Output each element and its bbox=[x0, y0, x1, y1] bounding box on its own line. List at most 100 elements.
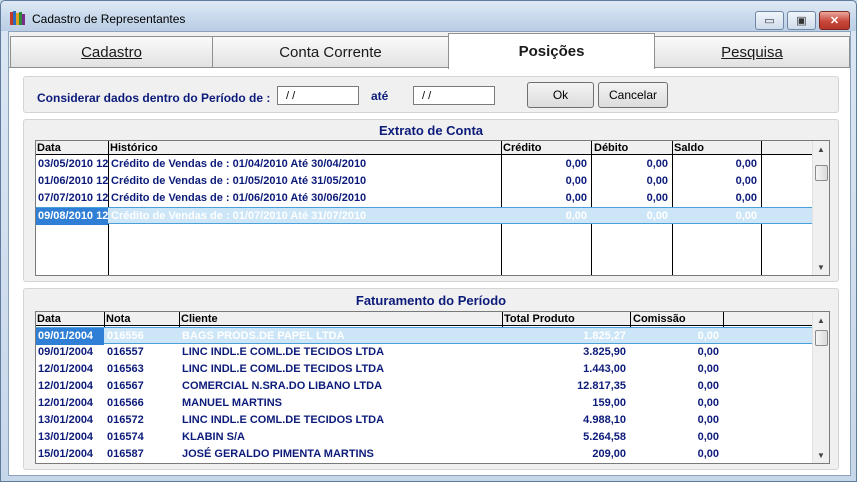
cell-data: 12/01/2004 bbox=[38, 363, 94, 375]
extrato-grid-header: Data Histórico Crédito Débito Saldo bbox=[36, 141, 829, 155]
cell-comissao: 0,00 bbox=[697, 448, 719, 460]
col-data[interactable]: Data bbox=[36, 141, 61, 155]
cell-comissao: 0,00 bbox=[697, 363, 719, 375]
faturamento-grid[interactable]: Data Nota Cliente Total Produto Comissão… bbox=[35, 311, 830, 464]
tab-conta-corrente[interactable]: Conta Corrente bbox=[212, 36, 449, 67]
close-button[interactable]: ✕ bbox=[819, 11, 850, 30]
minimize-button[interactable]: ▭ bbox=[755, 11, 784, 30]
cancel-button[interactable]: Cancelar bbox=[598, 82, 668, 108]
cell-cliente: COMERCIAL N.SRA.DO LIBANO LTDA bbox=[182, 380, 383, 392]
scroll-down-icon[interactable]: ▼ bbox=[813, 259, 829, 275]
table-row[interactable]: 12/01/2004 016567 COMERCIAL N.SRA.DO LIBAN… bbox=[36, 378, 813, 395]
cell-data: 13/01/2004 bbox=[38, 431, 94, 443]
column-separator bbox=[502, 312, 503, 327]
table-row[interactable]: 09/01/2004 016557 LINC INDL.E COML.DE TECI… bbox=[36, 344, 813, 361]
cell-data: 09/01/2004 bbox=[38, 346, 94, 358]
maximize-button[interactable]: ▣ bbox=[787, 11, 816, 30]
tab-pesquisa[interactable]: Pesquisa bbox=[654, 36, 850, 67]
cell-nota: 016587 bbox=[107, 448, 144, 460]
cell-debito: 0,00 bbox=[646, 175, 668, 187]
title-bar[interactable]: Cadastro de Representantes ▭ ▣ ✕ bbox=[1, 1, 856, 31]
faturamento-group: Faturamento do Período Data Nota Cliente… bbox=[23, 288, 839, 470]
column-separator bbox=[723, 312, 724, 327]
cell-nota: 016556 bbox=[107, 330, 144, 342]
extrato-scrollbar[interactable]: ▲ ▼ bbox=[812, 141, 829, 275]
tab-label: Cadastro bbox=[81, 43, 142, 61]
start-date-input[interactable] bbox=[277, 86, 359, 105]
cell-saldo: 0,00 bbox=[735, 210, 757, 222]
cell-debito: 0,00 bbox=[646, 210, 668, 222]
cell-data: 12/01/2004 bbox=[38, 380, 94, 392]
column-separator bbox=[179, 312, 180, 327]
cell-nota: 016572 bbox=[107, 414, 144, 426]
table-row-selected[interactable]: 09/01/2004 016556 BAGS PRODS.DE PAPEL LTDA… bbox=[36, 327, 813, 345]
cell-total-produto: 1.443,00 bbox=[583, 363, 626, 375]
col-cliente[interactable]: Cliente bbox=[180, 312, 218, 326]
col-total-produto[interactable]: Total Produto bbox=[503, 312, 575, 326]
cell-credito: 0,00 bbox=[565, 175, 587, 187]
cell-data: 09/08/2010 12 bbox=[36, 208, 108, 225]
cell-historico: Crédito de Vendas de : 01/06/2010 Até 30… bbox=[111, 192, 367, 204]
window: Cadastro de Representantes ▭ ▣ ✕ Cadastr… bbox=[0, 0, 857, 482]
cell-saldo: 0,00 bbox=[735, 175, 757, 187]
extrato-grid[interactable]: Data Histórico Crédito Débito Saldo 03/0… bbox=[35, 140, 830, 276]
tab-control: Cadastro Conta Corrente Posições Pesquis… bbox=[8, 31, 851, 476]
cell-comissao: 0,00 bbox=[697, 330, 719, 342]
cell-cliente: LINC INDL.E COML.DE TECIDOS LTDA bbox=[182, 414, 385, 426]
cell-historico: Crédito de Vendas de : 01/07/2010 Até 31… bbox=[111, 210, 367, 222]
col-saldo[interactable]: Saldo bbox=[673, 141, 704, 155]
tab-cadastro[interactable]: Cadastro bbox=[10, 36, 213, 67]
cell-debito: 0,00 bbox=[646, 158, 668, 170]
cell-data: 13/01/2004 bbox=[38, 414, 94, 426]
end-date-input[interactable] bbox=[413, 86, 495, 105]
cell-nota: 016566 bbox=[107, 397, 144, 409]
table-row[interactable]: 13/01/2004 016572 LINC INDL.E COML.DE TECI… bbox=[36, 412, 813, 429]
col-debito[interactable]: Débito bbox=[593, 141, 628, 155]
scroll-up-icon[interactable]: ▲ bbox=[813, 141, 829, 157]
scroll-thumb[interactable] bbox=[815, 165, 828, 181]
faturamento-grid-header: Data Nota Cliente Total Produto Comissão bbox=[36, 312, 829, 326]
close-icon: ✕ bbox=[829, 15, 840, 27]
column-separator bbox=[630, 312, 631, 327]
extrato-title: Extrato de Conta bbox=[378, 123, 483, 138]
table-row[interactable]: 15/01/2004 016587 JOSÉ GERALDO PIMENTA MAR… bbox=[36, 446, 813, 463]
cell-comissao: 0,00 bbox=[697, 414, 719, 426]
cell-comissao: 0,00 bbox=[697, 431, 719, 443]
maximize-icon: ▣ bbox=[796, 15, 807, 27]
cell-credito: 0,00 bbox=[565, 192, 587, 204]
minimize-icon: ▭ bbox=[764, 15, 775, 27]
table-row[interactable]: 03/05/2010 12: Crédito de Vendas de : 01… bbox=[36, 156, 813, 173]
cell-credito: 0,00 bbox=[565, 210, 587, 222]
column-separator bbox=[104, 312, 105, 327]
col-comissao[interactable]: Comissão bbox=[632, 312, 686, 326]
col-data[interactable]: Data bbox=[36, 312, 61, 326]
scroll-down-icon[interactable]: ▼ bbox=[813, 447, 829, 463]
table-row[interactable]: 12/01/2004 016563 LINC INDL.E COML.DE TECI… bbox=[36, 361, 813, 378]
cell-cliente: LINC INDL.E COML.DE TECIDOS LTDA bbox=[182, 346, 385, 358]
tab-posicoes[interactable]: Posições bbox=[448, 33, 655, 69]
table-row[interactable]: 13/01/2004 016574 KLABIN S/A 5.264,58 0,00 bbox=[36, 429, 813, 446]
ok-button[interactable]: Ok bbox=[527, 82, 594, 108]
table-row[interactable]: 01/06/2010 12: Crédito de Vendas de : 01… bbox=[36, 173, 813, 190]
cell-data: 09/01/2004 bbox=[36, 328, 104, 345]
cell-total-produto: 159,00 bbox=[592, 397, 626, 409]
col-historico[interactable]: Histórico bbox=[109, 141, 158, 155]
cell-historico: Crédito de Vendas de : 01/04/2010 Até 30… bbox=[111, 158, 367, 170]
cell-debito: 0,00 bbox=[646, 192, 668, 204]
period-filter-group: Considerar dados dentro do Período de : … bbox=[23, 76, 839, 113]
cell-cliente: KLABIN S/A bbox=[182, 431, 245, 443]
cell-cliente: LINC INDL.E COML.DE TECIDOS LTDA bbox=[182, 363, 385, 375]
col-nota[interactable]: Nota bbox=[105, 312, 130, 326]
faturamento-scrollbar[interactable]: ▲ ▼ bbox=[812, 312, 829, 463]
scroll-thumb[interactable] bbox=[815, 330, 828, 346]
table-row[interactable]: 07/07/2010 12: Crédito de Vendas de : 01… bbox=[36, 190, 813, 207]
cell-total-produto: 5.264,58 bbox=[583, 431, 626, 443]
tab-label: Posições bbox=[518, 43, 585, 60]
until-label: até bbox=[371, 89, 389, 103]
table-row-selected[interactable]: 09/08/2010 12 Crédito de Vendas de : 01/… bbox=[36, 207, 813, 225]
table-row[interactable]: 12/01/2004 016566 MANUEL MARTINS 159,00 0,00 bbox=[36, 395, 813, 412]
col-credito[interactable]: Crédito bbox=[502, 141, 542, 155]
scroll-up-icon[interactable]: ▲ bbox=[813, 312, 829, 328]
cell-total-produto: 4.988,10 bbox=[583, 414, 626, 426]
posicoes-panel: Considerar dados dentro do Período de : … bbox=[9, 67, 850, 475]
